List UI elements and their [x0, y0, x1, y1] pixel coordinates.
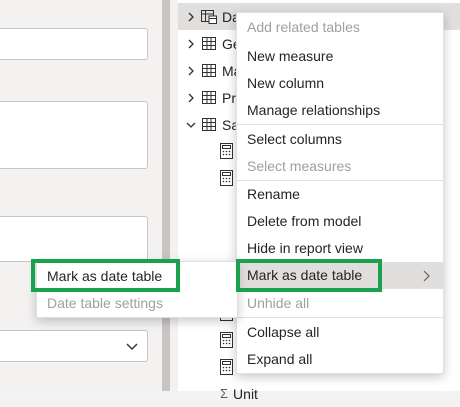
menu-item-label: Mark as date table: [247, 267, 363, 283]
menu-item-rename[interactable]: Rename: [237, 181, 443, 208]
tree-field-partial[interactable]: Σ Unit: [220, 380, 460, 407]
table-icon: [202, 36, 216, 50]
chevron-right-icon[interactable]: [185, 11, 197, 23]
calculator-icon: [220, 170, 233, 186]
chevron-down-icon: [126, 343, 138, 350]
menu-item-new-column[interactable]: New column: [237, 70, 443, 97]
menu-item-new-measure[interactable]: New measure: [237, 43, 443, 70]
table-icon: [202, 90, 216, 104]
text-area-field-2[interactable]: [0, 216, 148, 262]
chevron-right-icon[interactable]: [185, 38, 197, 50]
calculator-icon: [220, 332, 233, 348]
pane-scrollbar[interactable]: [162, 0, 170, 391]
menu-item-add-related-tables: Add related tables: [247, 19, 360, 35]
chevron-right-icon[interactable]: [185, 65, 197, 77]
menu-item-hide-in-report-view[interactable]: Hide in report view: [237, 235, 443, 262]
menu-item-select-columns[interactable]: Select columns: [237, 126, 443, 153]
calculator-icon: [220, 359, 233, 375]
menu-item-select-measures: Select measures: [247, 158, 352, 174]
table-icon: [202, 117, 216, 131]
menu-item-delete-from-model[interactable]: Delete from model: [237, 208, 443, 235]
date-table-icon: [201, 9, 217, 24]
submenu-mark-as-date-table: Mark as date table Date table settings: [36, 261, 238, 318]
sigma-icon: Σ: [220, 386, 229, 401]
pane-gutter: [170, 0, 178, 391]
table-icon: [202, 63, 216, 77]
text-area-field[interactable]: [0, 101, 148, 169]
dropdown-field[interactable]: [0, 330, 148, 362]
menu-item-expand-all[interactable]: Expand all: [237, 346, 443, 373]
chevron-down-icon[interactable]: [185, 119, 197, 131]
menu-item-collapse-all[interactable]: Collapse all: [237, 319, 443, 346]
submenu-item-mark-as-date-table[interactable]: Mark as date table: [37, 263, 237, 290]
menu-item-mark-as-date-table[interactable]: Mark as date table: [237, 262, 443, 289]
menu-separator: [237, 124, 443, 125]
calculator-icon: [220, 143, 233, 159]
context-menu: Add related tables New measure New colum…: [236, 12, 444, 374]
properties-pane: [0, 0, 162, 391]
chevron-right-icon[interactable]: [185, 92, 197, 104]
tree-item-label: Unit: [233, 385, 258, 402]
text-field[interactable]: [0, 28, 148, 60]
menu-item-unhide-all: Unhide all: [247, 295, 310, 311]
menu-separator: [237, 317, 443, 318]
menu-item-manage-relationships[interactable]: Manage relationships: [237, 97, 443, 124]
submenu-item-date-table-settings: Date table settings: [47, 295, 163, 311]
chevron-right-icon: [423, 270, 430, 282]
tree-item-label: Pr: [222, 89, 236, 106]
